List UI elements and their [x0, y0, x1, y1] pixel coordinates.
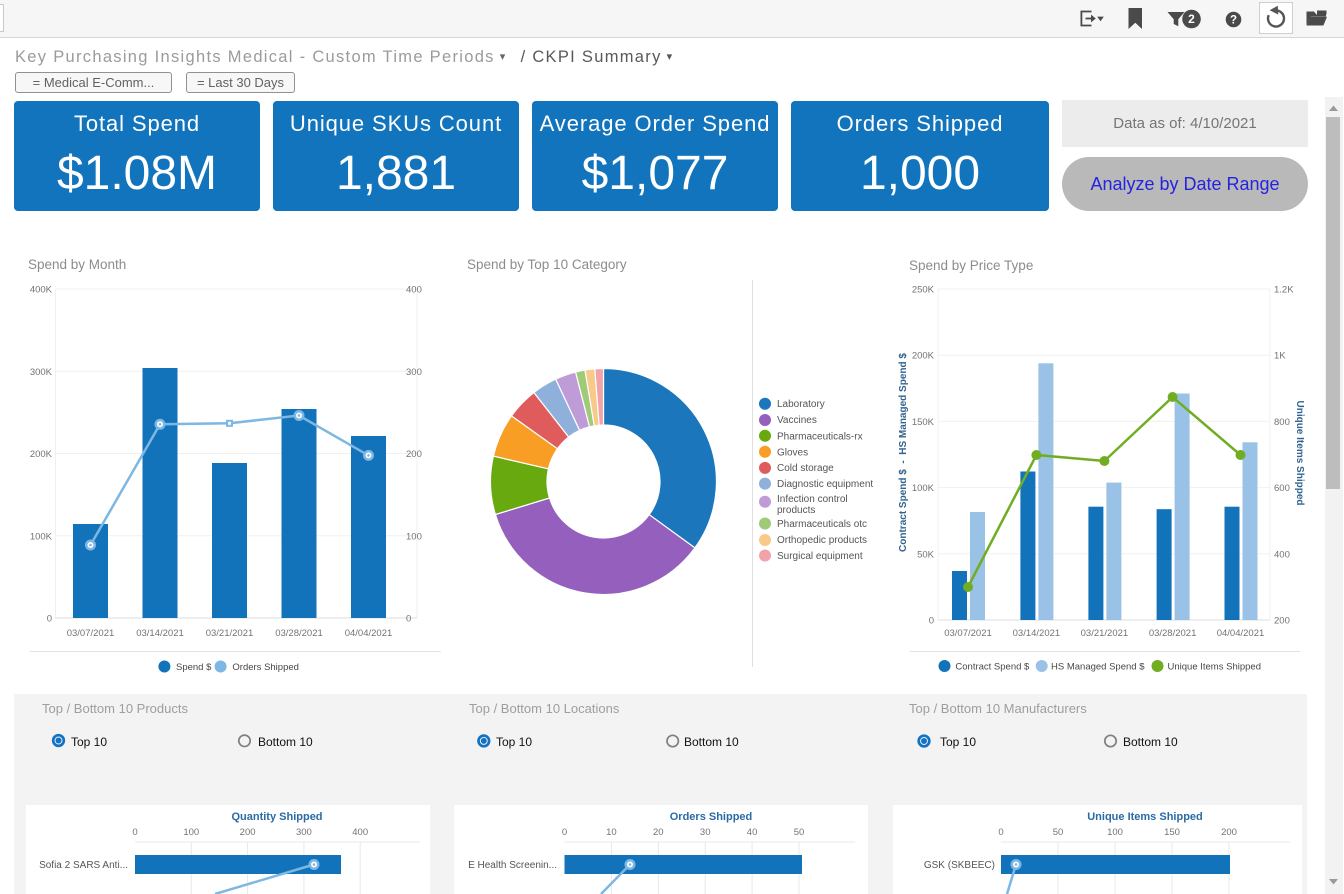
svg-text:800: 800 — [1274, 417, 1290, 428]
svg-text:20: 20 — [653, 827, 664, 838]
svg-text:GSK (SKBEEC): GSK (SKBEEC) — [924, 860, 995, 871]
svg-text:40: 40 — [747, 827, 758, 838]
svg-text:04/04/2021: 04/04/2021 — [1217, 628, 1265, 639]
svg-text:400K: 400K — [30, 285, 53, 296]
svg-text:products: products — [777, 505, 815, 516]
svg-text:50: 50 — [794, 827, 805, 838]
svg-text:0: 0 — [132, 827, 137, 838]
svg-text:0: 0 — [47, 614, 52, 625]
svg-text:Cold storage: Cold storage — [777, 463, 834, 474]
svg-text:0: 0 — [929, 616, 934, 627]
svg-text:03/28/2021: 03/28/2021 — [1149, 628, 1197, 639]
svg-text:Orders Shipped: Orders Shipped — [232, 662, 299, 673]
svg-text:Orthopedic products: Orthopedic products — [777, 535, 867, 546]
svg-text:Unique Items Shipped: Unique Items Shipped — [1168, 662, 1261, 673]
svg-text:200K: 200K — [912, 351, 935, 362]
svg-text:0: 0 — [562, 827, 567, 838]
svg-text:Unique Items Shipped: Unique Items Shipped — [1294, 400, 1305, 505]
svg-text:Unique Items Shipped: Unique Items Shipped — [1087, 811, 1203, 823]
svg-text:100: 100 — [1107, 827, 1123, 838]
svg-text:03/07/2021: 03/07/2021 — [944, 628, 992, 639]
svg-text:200: 200 — [406, 449, 422, 460]
svg-text:100K: 100K — [30, 531, 53, 542]
svg-text:2: 2 — [1188, 12, 1195, 26]
svg-text:04/04/2021: 04/04/2021 — [345, 628, 393, 639]
svg-text:200: 200 — [240, 827, 256, 838]
svg-text:250K: 250K — [912, 285, 935, 296]
svg-text:100: 100 — [406, 531, 422, 542]
svg-text:03/28/2021: 03/28/2021 — [275, 628, 323, 639]
svg-text:150: 150 — [1164, 827, 1180, 838]
svg-text:Sofia 2 SARS Anti...: Sofia 2 SARS Anti... — [39, 860, 128, 871]
svg-text:300: 300 — [406, 367, 422, 378]
svg-text:50K: 50K — [917, 549, 935, 560]
svg-text:0: 0 — [406, 614, 411, 625]
svg-text:400: 400 — [352, 827, 368, 838]
svg-text:150K: 150K — [912, 417, 935, 428]
svg-text:E Health Screenin...: E Health Screenin... — [468, 860, 557, 871]
svg-text:400: 400 — [1274, 549, 1290, 560]
svg-text:200K: 200K — [30, 449, 53, 460]
svg-text:30: 30 — [700, 827, 711, 838]
svg-text:Spend by Month: Spend by Month — [28, 257, 126, 272]
svg-text:50: 50 — [1053, 827, 1064, 838]
svg-text:?: ? — [1230, 15, 1237, 27]
svg-text:Pharmaceuticals-rx: Pharmaceuticals-rx — [777, 431, 863, 442]
svg-text:1.2K: 1.2K — [1274, 285, 1294, 296]
svg-text:03/14/2021: 03/14/2021 — [1013, 628, 1061, 639]
svg-text:Spend by Price Type: Spend by Price Type — [909, 258, 1033, 273]
svg-text:HS Managed Spend $: HS Managed Spend $ — [1051, 662, 1145, 673]
svg-text:Laboratory: Laboratory — [777, 399, 825, 410]
svg-text:Contract Spend $: Contract Spend $ — [955, 662, 1030, 673]
svg-text:100K: 100K — [912, 483, 935, 494]
svg-text:Gloves: Gloves — [777, 448, 808, 459]
svg-text:400: 400 — [406, 285, 422, 296]
svg-text:Surgical equipment: Surgical equipment — [777, 551, 863, 562]
svg-text:03/21/2021: 03/21/2021 — [1081, 628, 1129, 639]
svg-text:0: 0 — [998, 827, 1003, 838]
svg-text:1K: 1K — [1274, 351, 1286, 362]
svg-text:Spend $: Spend $ — [176, 662, 212, 673]
svg-text:Vaccines: Vaccines — [777, 415, 817, 426]
svg-text:Orders Shipped: Orders Shipped — [670, 811, 753, 823]
svg-text:Diagnostic equipment: Diagnostic equipment — [777, 479, 873, 490]
svg-text:Spend by Top 10 Category: Spend by Top 10 Category — [467, 257, 627, 272]
svg-text:200: 200 — [1274, 616, 1290, 627]
svg-text:600: 600 — [1274, 483, 1290, 494]
svg-text:Contract Spend $ - HS Manage: Contract Spend $ - HS Managed Spend $ — [898, 353, 909, 552]
svg-text:Pharmaceuticals otc: Pharmaceuticals otc — [777, 519, 867, 530]
svg-text:03/21/2021: 03/21/2021 — [206, 628, 254, 639]
svg-text:Infection control: Infection control — [777, 494, 848, 505]
svg-text:300K: 300K — [30, 367, 53, 378]
svg-text:200: 200 — [1221, 827, 1237, 838]
svg-text:10: 10 — [606, 827, 617, 838]
svg-text:03/14/2021: 03/14/2021 — [136, 628, 184, 639]
svg-text:Quantity Shipped: Quantity Shipped — [231, 811, 322, 823]
svg-text:300: 300 — [296, 827, 312, 838]
svg-text:100: 100 — [183, 827, 199, 838]
svg-text:03/07/2021: 03/07/2021 — [67, 628, 115, 639]
